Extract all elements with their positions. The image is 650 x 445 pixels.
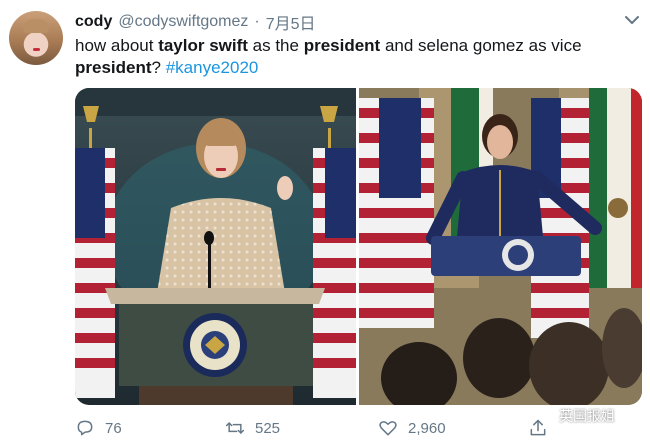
- share-icon: [530, 419, 546, 436]
- reply-count: 76: [105, 419, 122, 437]
- tweet-text-part: taylor swift: [158, 36, 248, 55]
- retweet-count: 525: [255, 419, 281, 437]
- share-button[interactable]: [528, 418, 548, 438]
- user-handle[interactable]: @codyswiftgomez: [118, 13, 248, 31]
- tweet-text-part: how about: [75, 36, 159, 55]
- tweet-image-right[interactable]: [359, 88, 642, 405]
- retweet-button[interactable]: 525: [225, 418, 280, 438]
- tweet-text-part: president: [75, 58, 152, 77]
- tweet-image-left[interactable]: [75, 88, 356, 405]
- reply-button[interactable]: 76: [75, 418, 122, 438]
- tweet-actions: 76 525 2,960: [0, 418, 650, 440]
- separator-dot: ·: [254, 13, 260, 30]
- tweet-header: cody @codyswiftgomez · 7月5日: [75, 10, 316, 34]
- avatar[interactable]: [9, 11, 63, 65]
- tweet-date[interactable]: 7月5日: [266, 10, 316, 34]
- hashtag-link[interactable]: #kanye2020: [166, 58, 259, 77]
- tweet-text-part: as the: [247, 36, 304, 55]
- retweet-icon: [225, 422, 245, 434]
- tweet-text: how about taylor swift as the president …: [75, 35, 635, 79]
- tweet-text-part: and selena gomez as vice: [380, 36, 582, 55]
- avatar-hair: [23, 19, 49, 33]
- reply-icon: [77, 420, 93, 436]
- podium-scene-illustration: [75, 88, 356, 405]
- tweet-text-part: ?: [151, 58, 166, 77]
- like-count: 2,960: [408, 419, 446, 437]
- state-dept-scene-illustration: [359, 88, 642, 405]
- like-button[interactable]: 2,960: [378, 418, 446, 438]
- chevron-down-icon[interactable]: [624, 13, 640, 27]
- heart-icon: [379, 421, 397, 436]
- avatar-lips: [33, 48, 40, 51]
- display-name[interactable]: cody: [75, 13, 112, 31]
- tweet-text-part: president: [303, 36, 381, 55]
